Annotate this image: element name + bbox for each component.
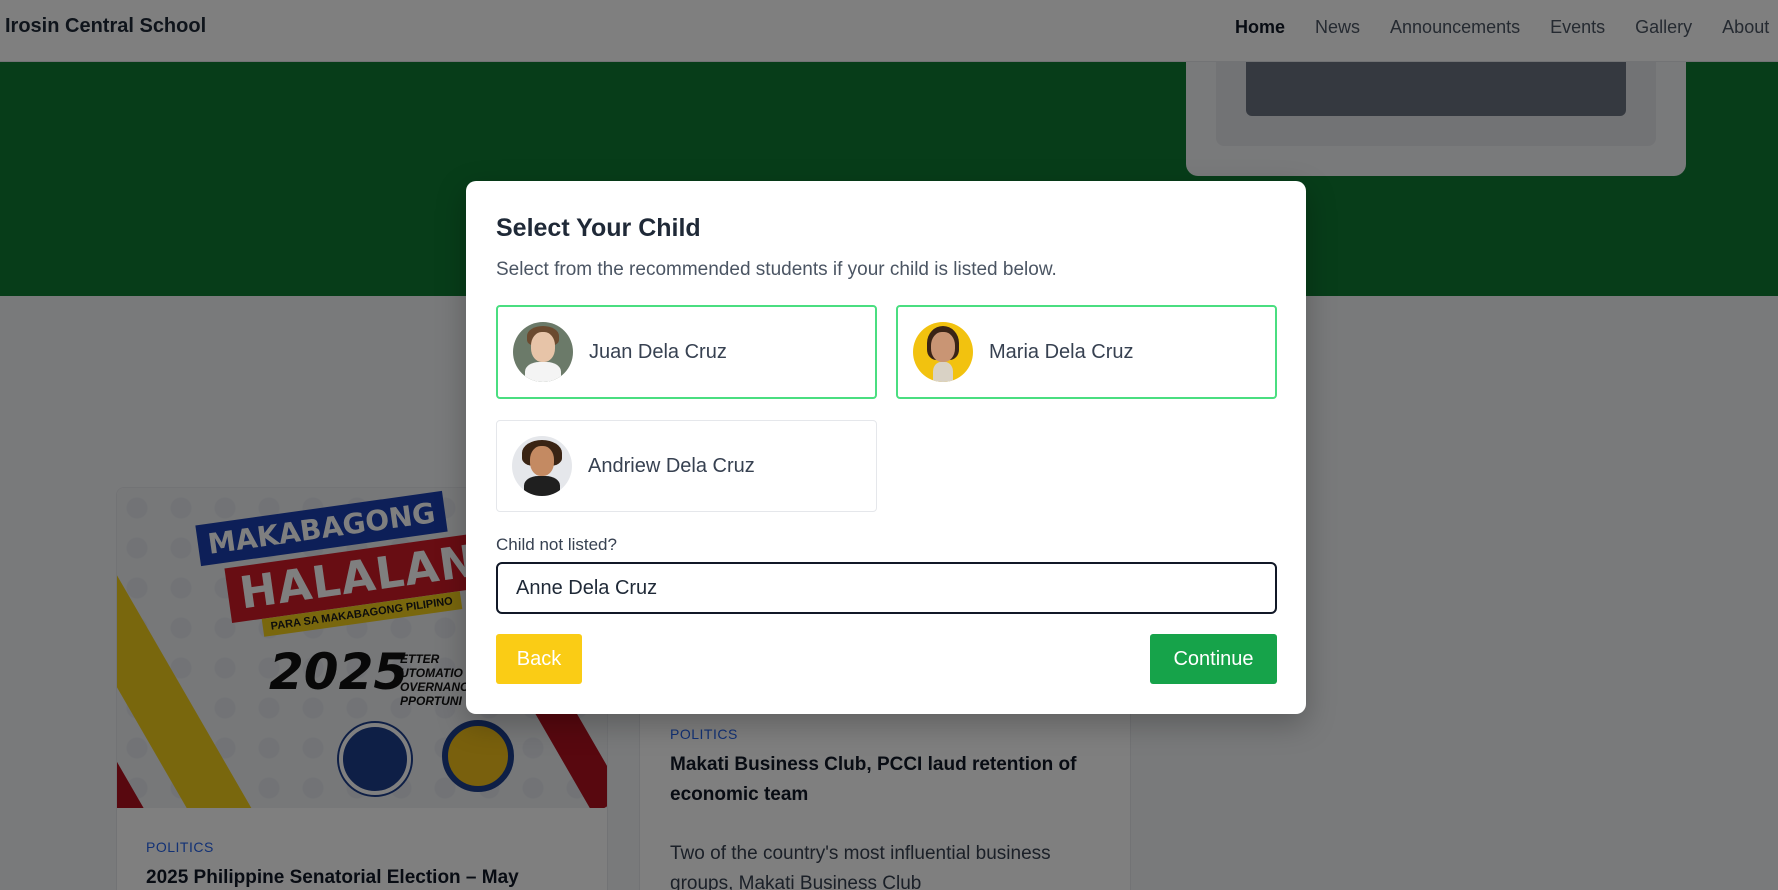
back-button[interactable]: Back (496, 634, 582, 684)
child-name: Juan Dela Cruz (589, 341, 727, 363)
child-option-juan[interactable]: Juan Dela Cruz (496, 305, 877, 399)
child-not-listed-label: Child not listed? (496, 535, 617, 554)
dialog-subtitle: Select from the recommended students if … (496, 259, 1057, 280)
child-option-maria[interactable]: Maria Dela Cruz (896, 305, 1277, 399)
child-name: Maria Dela Cruz (989, 341, 1134, 363)
avatar (513, 322, 573, 382)
child-name: Andriew Dela Cruz (588, 455, 755, 477)
child-name-input[interactable] (496, 562, 1277, 614)
avatar (913, 322, 973, 382)
child-option-andriew[interactable]: Andriew Dela Cruz (496, 420, 877, 512)
continue-button[interactable]: Continue (1150, 634, 1277, 684)
select-child-dialog: Select Your Child Select from the recomm… (466, 181, 1306, 714)
avatar (512, 436, 572, 496)
dialog-title: Select Your Child (496, 214, 701, 242)
